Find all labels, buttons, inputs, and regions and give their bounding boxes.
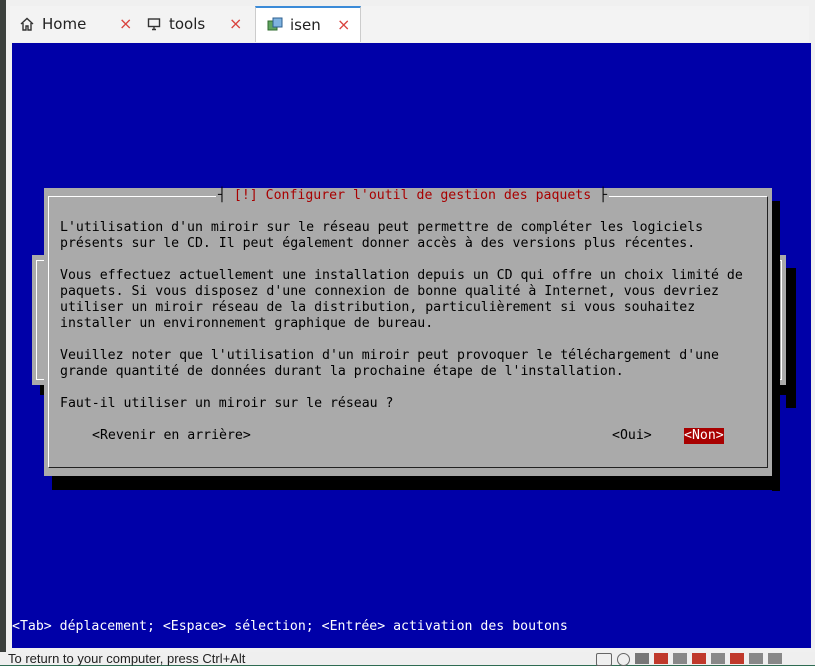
usb-icon[interactable] — [673, 653, 687, 664]
home-icon — [18, 15, 36, 33]
dialog-title-right-bracket: ├ — [599, 188, 608, 203]
sound-icon[interactable] — [692, 653, 706, 664]
device-tray — [596, 653, 782, 666]
cd-drive-icon[interactable] — [617, 653, 630, 666]
network-adapter-icon[interactable] — [654, 653, 668, 664]
vmware-status-bar: To return to your computer, press Ctrl+A… — [0, 651, 815, 666]
dialog-shadow-right — [772, 201, 780, 491]
tab-tools[interactable]: tools × — [145, 6, 255, 42]
paragraph-2-line-1: Vous effectuez actuellement une installa… — [60, 268, 743, 283]
printer-icon[interactable] — [711, 653, 725, 664]
release-input-hint: To return to your computer, press Ctrl+A… — [8, 651, 246, 666]
tab-isen-close-icon[interactable]: × — [337, 17, 350, 33]
tab-home-label: Home — [42, 15, 87, 33]
package-manager-dialog: ┤ [!] Configurer l'outil de gestion des … — [44, 188, 772, 476]
yes-button[interactable]: <Oui> — [612, 428, 652, 444]
hard-disk-icon[interactable] — [596, 653, 612, 666]
paragraph-3-line-1: Veuillez noter que l'utilisation d'un mi… — [60, 348, 719, 363]
keyboard-help-line: <Tab> déplacement; <Espace> sélection; <… — [12, 619, 568, 634]
tab-tools-close-icon[interactable]: × — [229, 16, 242, 32]
display-icon[interactable] — [730, 653, 744, 664]
tab-bar: Home × tools × isen × — [10, 6, 809, 42]
dialog-shadow-bottom — [52, 475, 780, 490]
tab-home[interactable]: Home × — [18, 6, 143, 42]
tab-isen[interactable]: isen × — [255, 6, 361, 42]
paragraph-1-line-1: L'utilisation d'un miroir sur le réseau … — [60, 220, 704, 235]
paragraph-3-line-2: grande quantité de données durant la pro… — [60, 364, 624, 379]
message-icon[interactable] — [768, 653, 782, 664]
no-button[interactable]: <Non> — [684, 428, 724, 444]
dialog-title-left-bracket: ┤ — [218, 188, 226, 203]
floppy-icon[interactable] — [635, 653, 649, 664]
vm-console-screen[interactable]: ┤ [!] Configurer l'outil de gestion des … — [12, 43, 811, 648]
monitor-icon — [145, 15, 163, 33]
paragraph-2-line-3: utiliser un miroir réseau de la distribu… — [60, 300, 696, 315]
paragraph-2-line-2: paquets. Si vous disposez d'une connexio… — [60, 284, 719, 299]
tab-isen-label: isen — [290, 16, 321, 34]
back-button[interactable]: <Revenir en arrière> — [92, 428, 251, 444]
vm-icon — [266, 16, 284, 34]
tab-tools-label: tools — [169, 15, 206, 33]
paragraph-1-line-2: présents sur le CD. Il peut également do… — [60, 236, 696, 251]
dialog-title: ┤ [!] Configurer l'outil de gestion des … — [216, 188, 610, 204]
paragraph-2-line-4: installer un environnement graphique de … — [60, 316, 434, 331]
question-text: Faut-il utiliser un miroir sur le réseau… — [60, 396, 394, 411]
tab-home-close-icon[interactable]: × — [119, 16, 132, 32]
serial-port-icon[interactable] — [749, 653, 763, 664]
dialog-title-text: [!] Configurer l'outil de gestion des pa… — [225, 188, 600, 203]
